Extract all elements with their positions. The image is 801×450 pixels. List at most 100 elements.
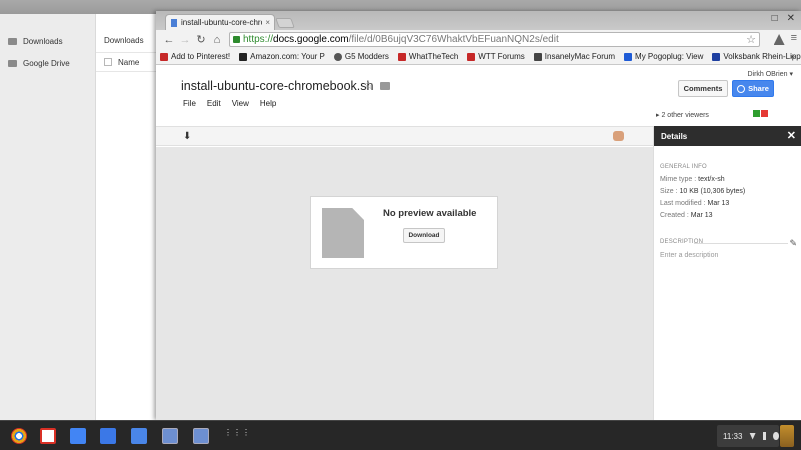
viewer-avatars xyxy=(753,110,768,117)
bookmark-favicon-icon xyxy=(467,52,476,61)
tab-close-icon[interactable]: × xyxy=(265,18,270,27)
share-button[interactable]: Share xyxy=(732,80,774,97)
document-title[interactable]: install-ubuntu-core-chromebook.sh xyxy=(181,79,373,93)
bookmark-label: WhatTheTech xyxy=(408,52,459,61)
sidebar-item-downloads[interactable]: Downloads xyxy=(0,30,96,52)
edit-pencil-icon[interactable]: ✎ xyxy=(789,238,797,249)
menu-view[interactable]: View xyxy=(232,99,249,108)
clock: 11:33 xyxy=(723,431,743,441)
close-icon[interactable]: ✕ xyxy=(787,129,796,142)
no-preview-message: No preview available xyxy=(383,208,477,219)
bookmark-item[interactable]: WhatTheTech xyxy=(397,52,459,61)
created-row: Created : Mar 13 xyxy=(660,212,713,219)
files-window-icon[interactable] xyxy=(162,428,178,444)
bookmark-item[interactable]: Volksbank Rhein-Lipp xyxy=(712,52,801,61)
bookmark-label: G5 Modders xyxy=(344,52,389,61)
viewers-label: 2 other viewers xyxy=(661,112,709,119)
star-icon[interactable]: ☆ xyxy=(363,78,374,92)
download-button[interactable]: Download xyxy=(403,228,445,243)
select-all-checkbox[interactable] xyxy=(104,58,112,66)
column-header-label: Name xyxy=(118,57,140,67)
address-bar[interactable]: https://docs.google.com/file/d/0B6ujqV3C… xyxy=(229,32,760,47)
close-window-icon[interactable]: ✕ xyxy=(787,13,795,24)
files-app-window: Downloads Google Drive Downloads Name xyxy=(0,14,160,420)
bookmark-favicon-icon xyxy=(160,52,168,61)
maximize-icon[interactable]: □ xyxy=(772,13,778,24)
mime-type-value: text/x-sh xyxy=(698,176,725,183)
tab-active[interactable]: install-ubuntu-core-chrom × xyxy=(165,14,275,30)
extension-icon[interactable] xyxy=(773,34,785,45)
viewers-toggle[interactable]: ▸ 2 other viewers xyxy=(656,111,709,119)
details-title: Details xyxy=(661,131,688,141)
files-main: Downloads Name xyxy=(96,14,160,420)
comments-button[interactable]: Comments xyxy=(678,80,728,97)
sidebar-item-google-drive[interactable]: Google Drive xyxy=(0,52,96,74)
description-heading: DESCRIPTION xyxy=(660,239,704,245)
menu-help[interactable]: Help xyxy=(260,99,276,108)
forward-icon[interactable]: → xyxy=(177,34,193,46)
bookmark-item[interactable]: My Pogoplug: View xyxy=(624,52,703,61)
bookmark-item[interactable]: Amazon.com: Your P xyxy=(239,52,325,61)
gmail-app-icon[interactable] xyxy=(40,428,56,444)
file-icon xyxy=(322,208,364,258)
bookmark-label: My Pogoplug: View xyxy=(635,52,704,61)
bookmarks-bar: Add to Pinterest! Amazon.com: Your P G5 … xyxy=(156,49,801,65)
bookmark-favicon-icon xyxy=(533,52,542,61)
calendar-app-icon[interactable] xyxy=(131,428,147,444)
account-name[interactable]: Dirkh OBrien ▾ xyxy=(747,70,793,78)
sidebar-item-label: Downloads xyxy=(23,36,63,46)
docs-menu-bar: File Edit View Help xyxy=(183,99,276,108)
bookmark-item[interactable]: G5 Modders xyxy=(333,52,389,61)
last-modified-row: Last modified : Mar 13 xyxy=(660,200,729,207)
menu-file[interactable]: File xyxy=(183,99,196,108)
files-title: Downloads xyxy=(104,36,144,45)
toolbar-right: ≡ xyxy=(773,32,797,45)
bookmark-item[interactable]: WTT Forums xyxy=(467,52,525,61)
no-preview-card: No preview available Download xyxy=(310,196,498,269)
new-tab-button[interactable] xyxy=(275,18,295,28)
docs-window-icon[interactable] xyxy=(193,428,209,444)
bookmark-favicon-icon xyxy=(333,52,342,61)
bookmark-label: Add to Pinterest! xyxy=(171,52,231,61)
created-value: Mar 13 xyxy=(690,212,713,219)
google-search-app-icon[interactable] xyxy=(100,428,116,444)
status-tray[interactable]: 11:33 xyxy=(717,425,779,447)
chrome-app-icon[interactable] xyxy=(11,428,27,444)
docs-toolbar: ⬇ xyxy=(156,126,653,146)
user-avatar[interactable] xyxy=(780,425,794,447)
url-scheme: https:// xyxy=(243,34,274,45)
size-key: Size : xyxy=(660,188,678,195)
sidebar-item-label: Google Drive xyxy=(23,58,70,68)
bookmark-item[interactable]: Add to Pinterest! xyxy=(160,52,230,61)
reload-icon[interactable]: ↻ xyxy=(193,33,209,46)
wifi-icon xyxy=(749,432,756,440)
tab-title: install-ubuntu-core-chrom xyxy=(181,18,262,27)
chrome-menu-icon[interactable]: ≡ xyxy=(791,32,797,45)
back-icon[interactable]: ← xyxy=(161,34,177,46)
battery-icon xyxy=(762,432,767,440)
folder-icon[interactable] xyxy=(380,82,390,90)
files-app-icon[interactable] xyxy=(70,428,86,444)
home-icon[interactable]: ⌂ xyxy=(209,34,225,46)
menu-edit[interactable]: Edit xyxy=(207,99,221,108)
mime-type-key: Mime type : xyxy=(660,176,697,183)
bookmarks-overflow-button[interactable]: » xyxy=(790,51,795,61)
divider xyxy=(694,243,788,244)
folder-icon xyxy=(8,37,17,45)
bookmark-favicon-icon xyxy=(239,52,248,61)
hide-details-icon[interactable] xyxy=(613,131,624,141)
launcher-icon[interactable]: ⋮⋮⋮ xyxy=(224,429,250,442)
bookmark-label: Amazon.com: Your P xyxy=(250,52,325,61)
bookmark-star-icon[interactable]: ☆ xyxy=(746,33,756,46)
bookmark-item[interactable]: InsanelyMac Forum xyxy=(533,52,615,61)
files-sidebar: Downloads Google Drive xyxy=(0,14,96,420)
bookmark-favicon-icon xyxy=(397,52,406,61)
details-panel: Details ✕ GENERAL INFO Mime type : text/… xyxy=(653,126,801,420)
browser-toolbar: ← → ↻ ⌂ https://docs.google.com/file/d/0… xyxy=(156,30,801,49)
column-header-name[interactable]: Name xyxy=(96,52,160,72)
created-key: Created : xyxy=(660,212,689,219)
browser-window: install-ubuntu-core-chrom × □ ✕ ← → ↻ ⌂ … xyxy=(156,11,801,420)
description-input[interactable]: Enter a description xyxy=(660,252,718,259)
download-arrow-icon[interactable]: ⬇ xyxy=(183,131,191,142)
account-icon xyxy=(773,432,779,440)
